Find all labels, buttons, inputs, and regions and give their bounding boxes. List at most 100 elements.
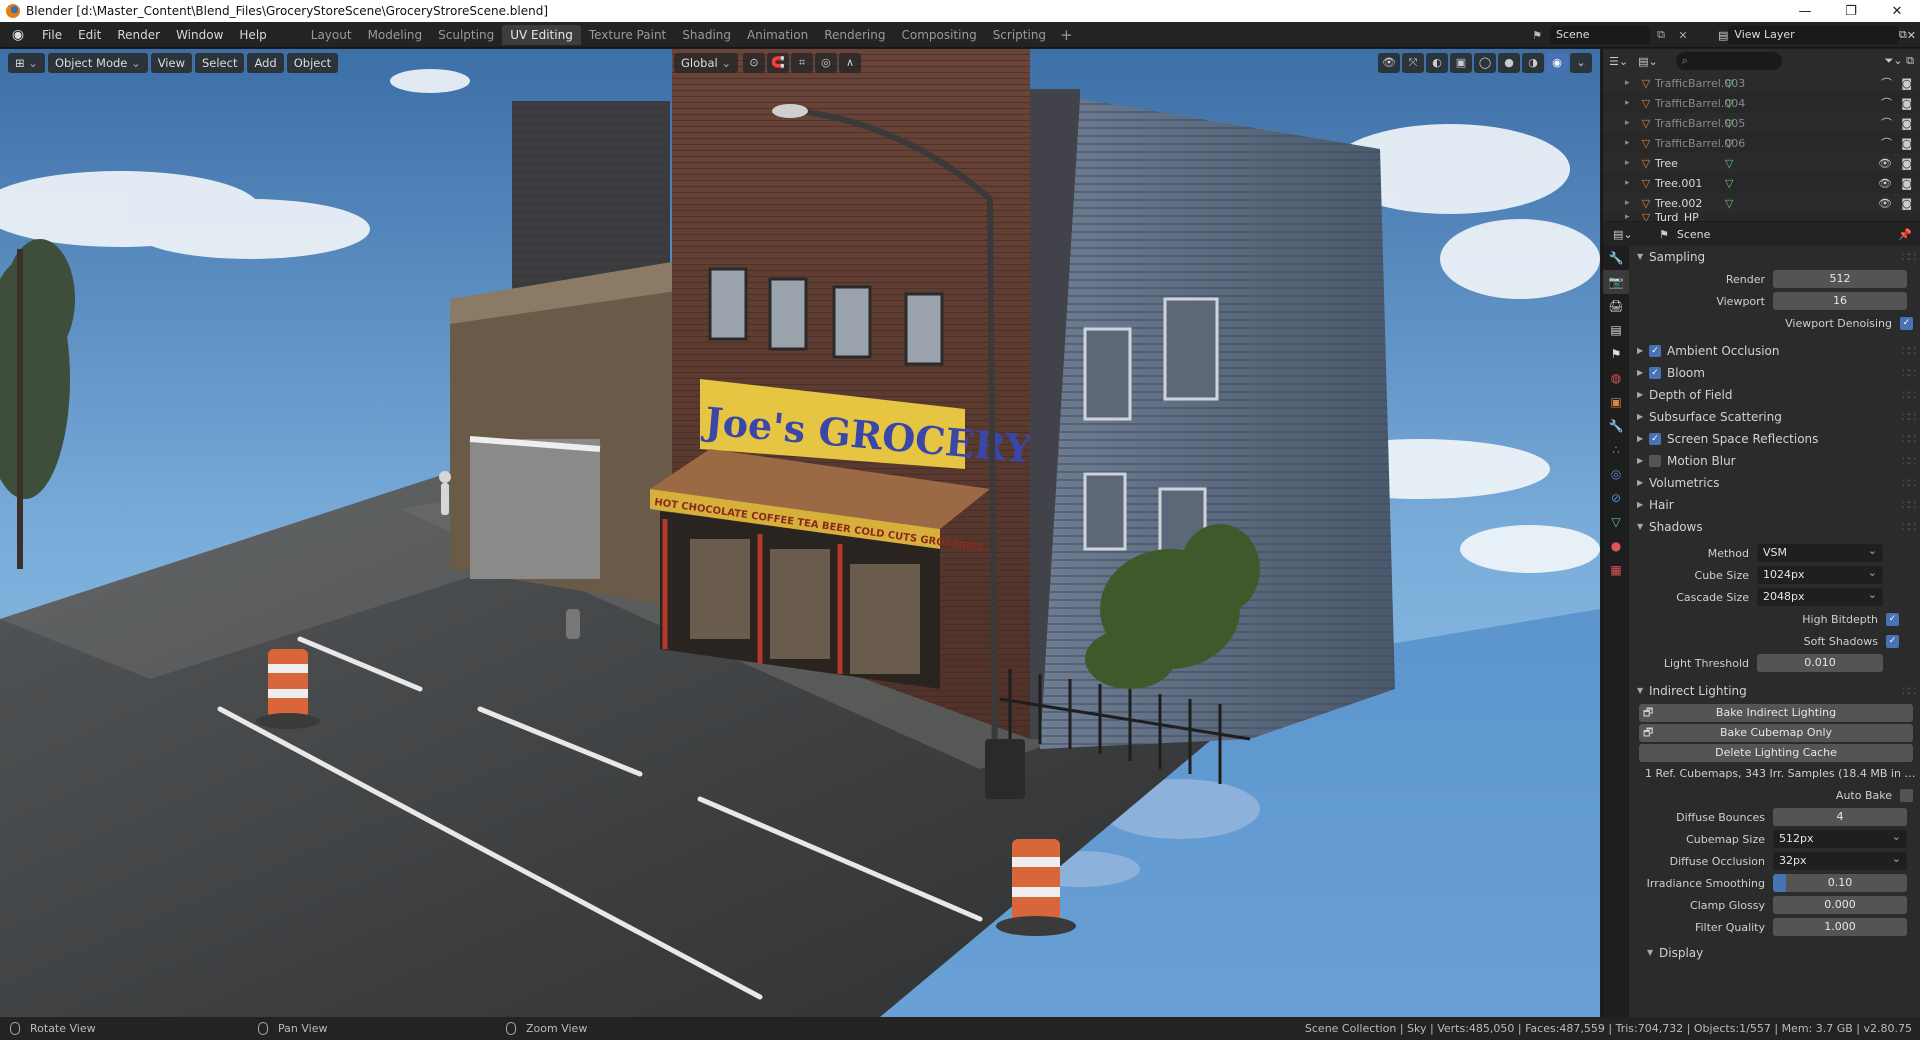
outliner-row[interactable]: ▸ ▽ Turd_HP bbox=[1603, 213, 1920, 221]
render-tab-icon[interactable]: 📷 bbox=[1603, 270, 1629, 294]
gizmo-icon[interactable]: ⤧ bbox=[1402, 53, 1424, 73]
remove-scene-icon[interactable]: ✕ bbox=[1672, 29, 1694, 42]
scene-icon[interactable]: ⚑ bbox=[1524, 29, 1550, 42]
world-tab-icon[interactable]: ◍ bbox=[1603, 366, 1629, 390]
drag-grip-icon[interactable]: ∷∷ bbox=[1902, 516, 1916, 538]
viewport-samples-field[interactable]: 16 bbox=[1773, 292, 1907, 310]
panel-header-volumetrics[interactable]: ▶ Volumetrics ∷∷ bbox=[1631, 472, 1920, 494]
shading-options-icon[interactable]: ⌄ bbox=[1570, 53, 1592, 73]
panel-header-motion-blur[interactable]: ▶ Motion Blur ∷∷ bbox=[1631, 450, 1920, 472]
wireframe-shading-icon[interactable]: ◯ bbox=[1474, 53, 1496, 73]
particles-tab-icon[interactable]: ∴ bbox=[1603, 438, 1629, 462]
modifier-tab-icon[interactable]: 🔧 bbox=[1603, 414, 1629, 438]
tab-scripting[interactable]: Scripting bbox=[985, 25, 1054, 45]
disable-render-icon[interactable]: ◙ bbox=[1901, 157, 1912, 170]
close-icon[interactable]: ✕ bbox=[1874, 4, 1920, 19]
diffuse-occlusion-dropdown[interactable]: 32px bbox=[1773, 850, 1907, 870]
material-shading-icon[interactable]: ◑ bbox=[1522, 53, 1544, 73]
bake-indirect-lighting-button[interactable]: 🗗 Bake Indirect Lighting bbox=[1639, 704, 1913, 722]
object-menu[interactable]: Object bbox=[286, 53, 339, 73]
output-tab-icon[interactable]: 🖨 bbox=[1603, 294, 1629, 318]
disable-render-icon[interactable]: ◙ bbox=[1901, 137, 1912, 150]
cascade-size-dropdown[interactable]: 2048px bbox=[1757, 586, 1883, 606]
light-threshold-field[interactable]: 0.010 bbox=[1757, 654, 1883, 672]
cubemap-size-dropdown[interactable]: 512px bbox=[1773, 828, 1907, 848]
panel-header-subsurface-scattering[interactable]: ▶ Subsurface Scattering ∷∷ bbox=[1631, 406, 1920, 428]
sampling-panel-header[interactable]: ▼ Sampling ∷∷ bbox=[1631, 246, 1920, 268]
delete-lighting-cache-button[interactable]: Delete Lighting Cache bbox=[1639, 744, 1913, 762]
outliner-row[interactable]: ▸ ▽ Tree.001 ▽ 👁 ◙ bbox=[1603, 173, 1920, 193]
enable-checkbox[interactable]: ✓ bbox=[1649, 345, 1661, 357]
disable-render-icon[interactable]: ◙ bbox=[1901, 117, 1912, 130]
3d-viewport[interactable]: Joe's GROCERY HOT CHOCOLATE COFFEE TEA B… bbox=[0, 49, 1600, 1017]
disable-render-icon[interactable]: ◙ bbox=[1901, 177, 1912, 190]
auto-bake-checkbox[interactable] bbox=[1900, 788, 1913, 802]
expand-icon[interactable]: ▸ bbox=[1625, 98, 1637, 108]
outliner-row[interactable]: ▸ ▽ Tree ▽ 👁 ◙ bbox=[1603, 153, 1920, 173]
render-samples-field[interactable]: 512 bbox=[1773, 270, 1907, 288]
texture-tab-icon[interactable]: ▦ bbox=[1603, 558, 1629, 582]
expand-icon[interactable]: ▸ bbox=[1625, 78, 1637, 88]
hide-viewport-icon[interactable]: 👁 bbox=[1878, 197, 1892, 210]
properties-editor-icon[interactable]: ▤⌄ bbox=[1613, 228, 1633, 241]
outliner-row[interactable]: ▸ ▽ TrafficBarrel.004 ▽ ⌒ ◙ bbox=[1603, 93, 1920, 113]
add-workspace-icon[interactable]: + bbox=[1054, 26, 1079, 44]
add-menu[interactable]: Add bbox=[247, 53, 284, 73]
shadow-method-dropdown[interactable]: VSM bbox=[1757, 542, 1883, 562]
remove-view-layer-icon[interactable]: ✕ bbox=[1907, 29, 1916, 42]
drag-grip-icon[interactable]: ∷∷ bbox=[1902, 384, 1916, 406]
panel-header-depth-of-field[interactable]: ▶ Depth of Field ∷∷ bbox=[1631, 384, 1920, 406]
pivot-icon[interactable]: ⊙ bbox=[742, 53, 765, 73]
drag-grip-icon[interactable]: ∷∷ bbox=[1902, 450, 1916, 472]
disable-render-icon[interactable]: ◙ bbox=[1901, 197, 1912, 210]
drag-grip-icon[interactable]: ∷∷ bbox=[1902, 362, 1916, 384]
pin-icon[interactable]: 📌 bbox=[1898, 228, 1912, 241]
drag-grip-icon[interactable]: ∷∷ bbox=[1902, 494, 1916, 516]
soft-shadows-checkbox[interactable]: ✓ bbox=[1886, 634, 1899, 648]
view-layer-tab-icon[interactable]: ▤ bbox=[1603, 318, 1629, 342]
panel-header-ambient-occlusion[interactable]: ▶ ✓ Ambient Occlusion ∷∷ bbox=[1631, 340, 1920, 362]
drag-grip-icon[interactable]: ∷∷ bbox=[1902, 340, 1916, 362]
irradiance-smoothing-slider[interactable]: 0.10 bbox=[1773, 874, 1907, 892]
outliner-row[interactable]: ▸ ▽ TrafficBarrel.005 ▽ ⌒ ◙ bbox=[1603, 113, 1920, 133]
display-mode-icon[interactable]: ▤⌄ bbox=[1638, 55, 1658, 68]
tab-shading[interactable]: Shading bbox=[674, 25, 739, 45]
object-tab-icon[interactable]: ▣ bbox=[1603, 390, 1629, 414]
tab-uv-editing[interactable]: UV Editing bbox=[502, 24, 581, 45]
tab-layout[interactable]: Layout bbox=[303, 25, 360, 45]
view-layer-icon[interactable]: ▤ bbox=[1718, 29, 1728, 42]
hide-viewport-icon[interactable]: 👁 bbox=[1878, 177, 1892, 190]
panel-header-screen-space-reflections[interactable]: ▶ ✓ Screen Space Reflections ∷∷ bbox=[1631, 428, 1920, 450]
transform-orientation-dropdown[interactable]: Global bbox=[674, 53, 738, 73]
visibility-icon[interactable]: 👁 bbox=[1378, 53, 1400, 73]
outliner-search-input[interactable]: ⌕ bbox=[1675, 52, 1782, 70]
cube-size-dropdown[interactable]: 1024px bbox=[1757, 564, 1883, 584]
scene-name-field[interactable]: Scene bbox=[1550, 26, 1650, 44]
view-menu[interactable]: View bbox=[150, 53, 192, 73]
panel-header-bloom[interactable]: ▶ ✓ Bloom ∷∷ bbox=[1631, 362, 1920, 384]
filter-icon[interactable]: ⏷⌄ ⧉ bbox=[1885, 54, 1914, 68]
rendered-shading-icon[interactable]: ◉ bbox=[1546, 53, 1568, 73]
blender-logo-icon[interactable]: ◉ bbox=[10, 27, 26, 43]
tab-texture-paint[interactable]: Texture Paint bbox=[581, 25, 674, 45]
drag-grip-icon[interactable]: ∷∷ bbox=[1902, 680, 1916, 702]
enable-checkbox[interactable]: ✓ bbox=[1649, 433, 1661, 445]
expand-icon[interactable]: ▸ bbox=[1625, 198, 1637, 208]
menu-file[interactable]: File bbox=[34, 22, 70, 48]
menu-edit[interactable]: Edit bbox=[70, 22, 109, 48]
hide-viewport-icon[interactable]: ⌒ bbox=[1881, 95, 1892, 111]
minimize-icon[interactable]: — bbox=[1782, 4, 1828, 19]
shadows-panel-header[interactable]: ▼ Shadows ∷∷ bbox=[1631, 516, 1920, 538]
panel-header-hair[interactable]: ▶ Hair ∷∷ bbox=[1631, 494, 1920, 516]
restore-icon[interactable]: ❐ bbox=[1828, 4, 1874, 19]
solid-shading-icon[interactable]: ● bbox=[1498, 53, 1520, 73]
expand-icon[interactable]: ▸ bbox=[1625, 158, 1637, 168]
expand-icon[interactable]: ▸ bbox=[1625, 213, 1637, 221]
expand-icon[interactable]: ▸ bbox=[1625, 178, 1637, 188]
falloff-icon[interactable]: ∧ bbox=[838, 53, 861, 73]
new-scene-icon[interactable]: ⧉ bbox=[1650, 28, 1672, 42]
view-layer-field[interactable]: View Layer bbox=[1728, 26, 1899, 44]
tab-modeling[interactable]: Modeling bbox=[360, 25, 431, 45]
tab-sculpting[interactable]: Sculpting bbox=[430, 25, 502, 45]
filter-quality-field[interactable]: 1.000 bbox=[1773, 918, 1907, 936]
